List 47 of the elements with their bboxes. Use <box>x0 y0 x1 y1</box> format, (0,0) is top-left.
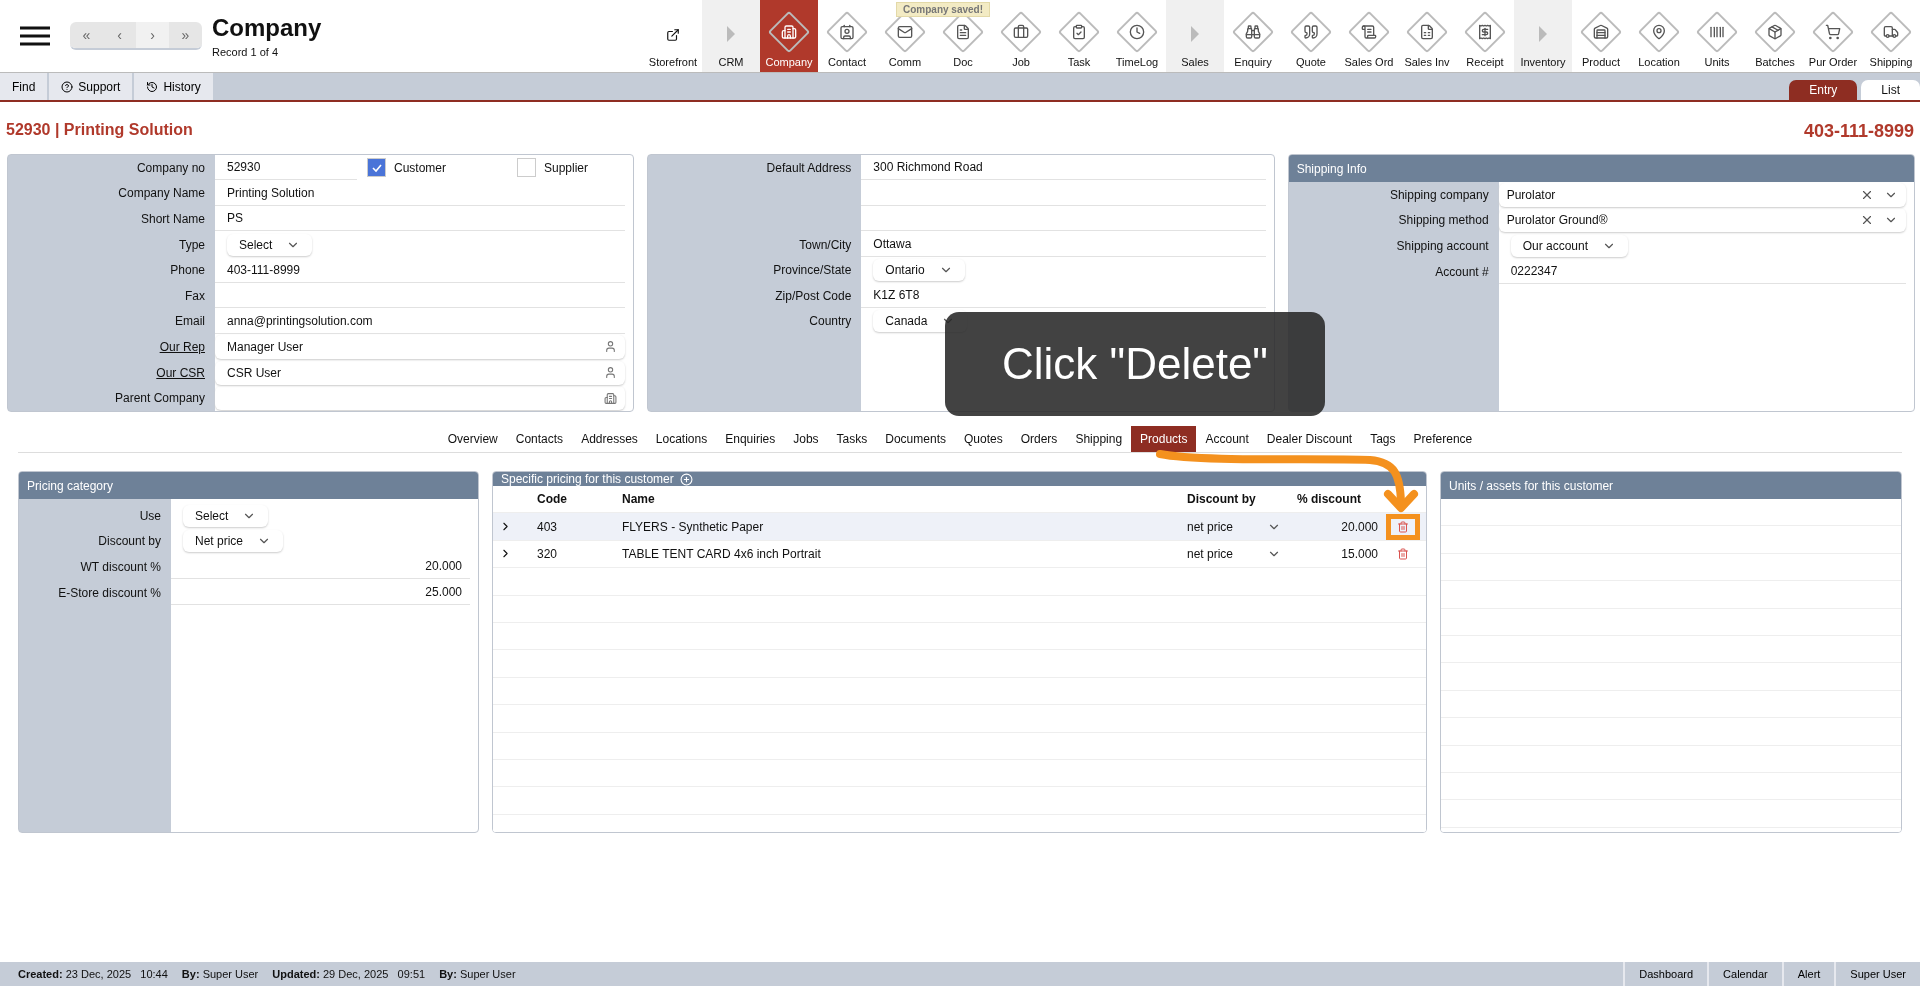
record-counter: Record 1 of 4 <box>212 46 280 58</box>
table-cell-text: 403 <box>536 519 559 534</box>
column-header: Code <box>536 492 568 507</box>
toast: Company saved! <box>896 2 991 17</box>
field-label: Zip/Post Code <box>774 288 853 303</box>
field-label: Company no <box>135 160 206 175</box>
column-header: % discount <box>1296 492 1362 507</box>
field-label: Email <box>174 314 206 329</box>
tutorial-tooltip: Click "Delete" <box>945 312 1325 416</box>
field-label: Default Address <box>765 160 853 175</box>
table-cell-text: 320 <box>536 546 559 561</box>
footer-text: Updated: 29 Dec, 2025 09:51 <box>272 968 426 980</box>
field-label: Shipping method <box>1397 213 1490 228</box>
field-label: Account # <box>1434 264 1490 279</box>
panel-header: Shipping Info <box>1288 155 1914 182</box>
record-title: 52930 | Printing Solution <box>6 121 193 140</box>
field-label: Shipping company <box>1388 187 1490 202</box>
table-cell-text: 15.000 <box>1340 546 1379 561</box>
column-header: Name <box>621 492 656 507</box>
footer-text: By: Super User <box>439 968 516 980</box>
panel-title: Specific pricing for this customer <box>501 472 674 486</box>
field-label: Short Name <box>139 212 206 226</box>
panel-header: Units / assets for this customer <box>1441 472 1901 499</box>
field-label: WT discount % <box>79 560 162 574</box>
table-cell-text: FLYERS - Synthetic Paper <box>621 519 765 534</box>
panel-header: Pricing category <box>19 472 478 499</box>
footer-text: Created: 23 Dec, 2025 10:44 <box>18 968 168 980</box>
footer-text: By: Super User <box>181 968 259 980</box>
table-cell-text: TABLE TENT CARD 4x6 inch Portrait <box>621 546 822 561</box>
field-label: Fax <box>184 288 206 303</box>
field-label: Town/City <box>798 237 853 252</box>
field-label: Phone <box>169 263 206 278</box>
record-phone: 403-111-8999 <box>1803 121 1914 142</box>
column-header: Discount by <box>1186 492 1257 507</box>
field-label: Shipping account <box>1395 239 1490 253</box>
field-label: Province/State <box>772 263 853 278</box>
table-cell-text: 20.000 <box>1340 519 1379 534</box>
field-label: Country <box>808 314 853 329</box>
field-label: Type <box>178 237 206 252</box>
checkbox-label: Supplier <box>544 160 589 175</box>
field-label: Discount by <box>97 534 162 549</box>
field-label: Company Name <box>117 186 206 201</box>
field-label: Parent Company <box>113 391 206 406</box>
field-label: Use <box>138 508 162 523</box>
page-title: Company <box>212 14 323 42</box>
field-label: E-Store discount % <box>57 585 162 600</box>
checkbox-label: Customer <box>394 160 446 175</box>
